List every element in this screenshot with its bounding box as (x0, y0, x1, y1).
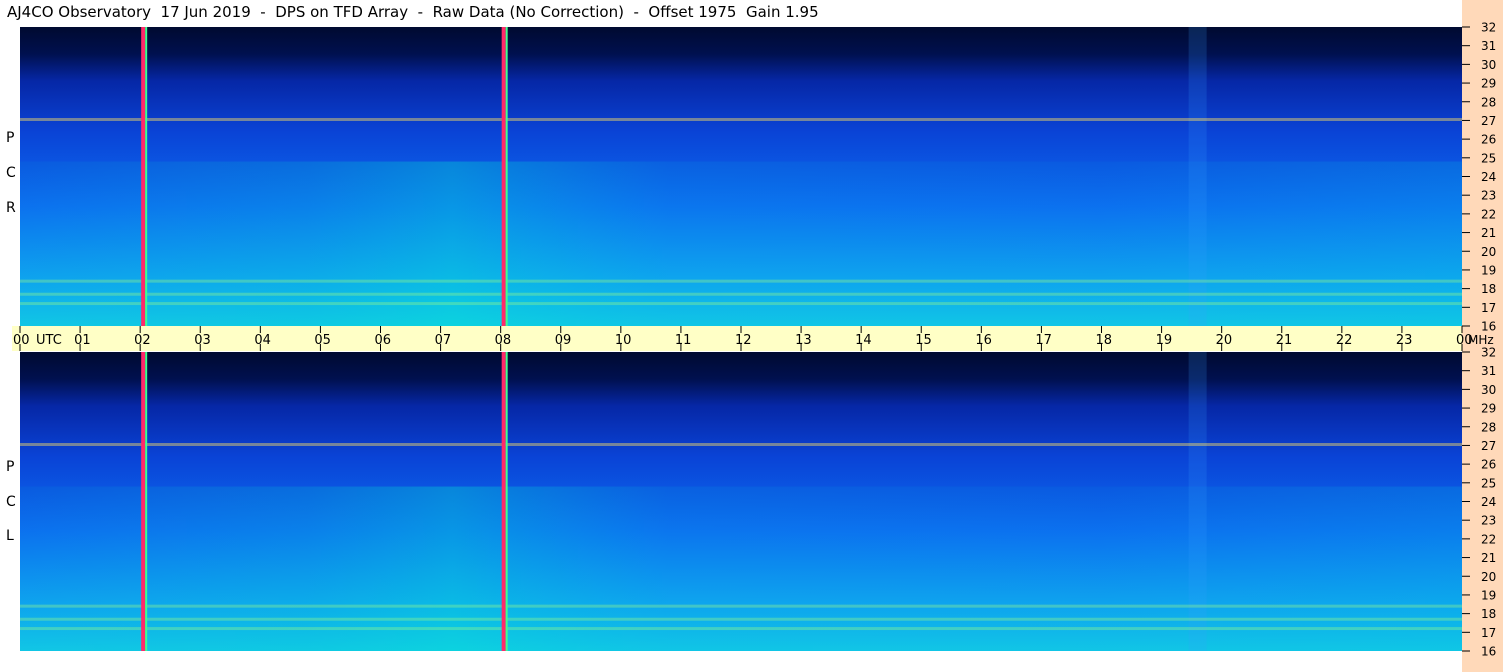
spectrogram-chart: 32 31 30 29 28 27 26 25 24 23 22 21 20 19 18 17 16 32 31 30… (13, 21, 1496, 659)
lcp-spectrogram (20, 352, 1462, 651)
y-tick-label: 25 (1481, 151, 1496, 165)
y-tick-label: 17 (1481, 301, 1496, 315)
interference-band (20, 118, 1462, 122)
time-marker-edge (145, 27, 148, 326)
y-tick-label: 29 (1481, 77, 1496, 91)
x-tick-label: 23 (1396, 333, 1413, 348)
time-marker-line (141, 352, 146, 651)
y-tick-label: 32 (1481, 21, 1496, 35)
y-tick-label: 19 (1481, 263, 1496, 277)
y-tick-label: 26 (1481, 133, 1496, 147)
x-tick-label: 13 (795, 333, 812, 348)
y-tick-label: 22 (1481, 207, 1496, 221)
x-tick-label: 15 (915, 333, 932, 348)
time-marker-line (501, 352, 506, 651)
x-tick-label: 16 (975, 333, 992, 348)
y-tick-label: 20 (1481, 570, 1496, 584)
y-tick-label: 28 (1481, 95, 1496, 109)
y-tick-label: 24 (1481, 495, 1496, 509)
interference-band (20, 302, 1462, 306)
x-tick-label: 05 (314, 333, 331, 348)
y-tick-label: 31 (1481, 39, 1496, 53)
rcp-spectrogram (20, 27, 1462, 326)
y-tick-label: 26 (1481, 458, 1496, 472)
y-tick-label: 18 (1481, 607, 1496, 621)
x-tick-label: 07 (435, 333, 452, 348)
y-axis-unit: MHz (1468, 333, 1494, 347)
x-tick-label: 21 (1276, 333, 1293, 348)
y-tick-label: 16 (1481, 320, 1496, 334)
y-tick-label: 23 (1481, 189, 1496, 203)
y-tick-label: 18 (1481, 282, 1496, 296)
time-marker-edge (505, 352, 508, 651)
y-tick-label: 28 (1481, 420, 1496, 434)
y-tick-label: 16 (1481, 645, 1496, 659)
y-tick-label: 27 (1481, 114, 1496, 128)
x-tick-label: 12 (735, 333, 752, 348)
x-tick-label: 10 (615, 333, 632, 348)
x-tick-label: 08 (495, 333, 512, 348)
x-tick-label: 06 (375, 333, 392, 348)
interference-band (20, 627, 1462, 631)
y-tick-label: 24 (1481, 170, 1496, 184)
spectrogram-glow (20, 486, 1462, 651)
y-tick-label: 25 (1481, 476, 1496, 490)
x-tick-label: 20 (1216, 333, 1233, 348)
time-marker-edge (145, 352, 148, 651)
x-tick-label: 02 (134, 333, 151, 348)
y-tick-label: 21 (1481, 551, 1496, 565)
x-tick-label: 01 (74, 333, 91, 348)
time-marker-edge (505, 27, 508, 326)
x-tick-label: 09 (555, 333, 572, 348)
y-tick-label: 17 (1481, 626, 1496, 640)
time-marker-line (501, 27, 506, 326)
x-tick-label: 14 (855, 333, 872, 348)
x-tick-label: 11 (675, 333, 692, 348)
y-tick-label: 23 (1481, 514, 1496, 528)
y-tick-label: 21 (1481, 226, 1496, 240)
interference-band (20, 279, 1462, 283)
x-tick-label: 00 (13, 333, 30, 348)
interference-band (20, 292, 1462, 296)
y-tick-label: 29 (1481, 402, 1496, 416)
y-tick-label: 30 (1481, 58, 1496, 72)
x-tick-label: 04 (254, 333, 271, 348)
x-axis-unit: UTC (36, 333, 62, 348)
x-tick-label: 18 (1096, 333, 1113, 348)
x-tick-label: 22 (1336, 333, 1353, 348)
y-tick-label: 30 (1481, 383, 1496, 397)
interference-band (20, 604, 1462, 608)
interference-band (20, 617, 1462, 621)
y-tick-label: 31 (1481, 364, 1496, 378)
y-tick-label: 20 (1481, 245, 1496, 259)
y-tick-label: 27 (1481, 439, 1496, 453)
x-tick-label: 17 (1035, 333, 1052, 348)
y-tick-label: 22 (1481, 532, 1496, 546)
y-tick-label: 19 (1481, 588, 1496, 602)
y-tick-label: 32 (1481, 346, 1496, 360)
x-tick-label: 19 (1156, 333, 1173, 348)
time-marker-line (141, 27, 146, 326)
spectrogram-glow (20, 161, 1462, 326)
interference-band (20, 443, 1462, 447)
x-tick-label: 03 (194, 333, 211, 348)
